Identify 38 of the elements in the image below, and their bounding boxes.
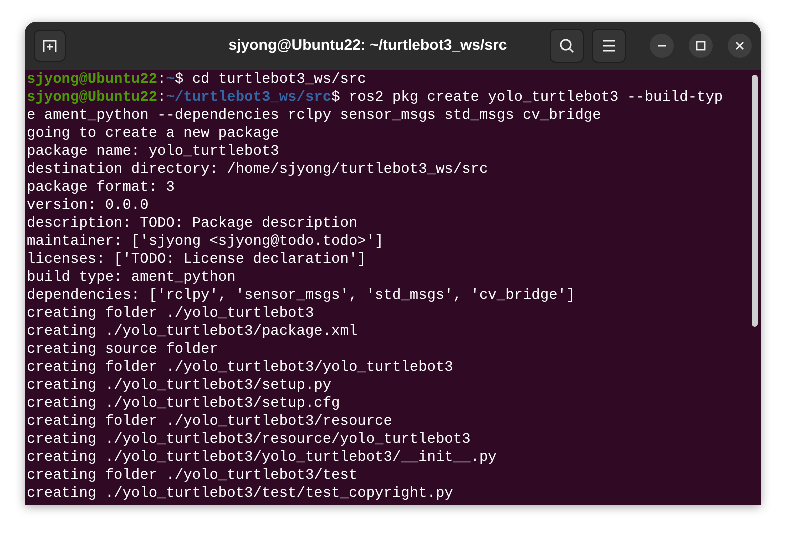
output-line: going to create a new package: [27, 125, 280, 143]
output-line: creating folder ./yolo_turtlebot3: [27, 305, 316, 323]
output-line: creating ./yolo_turtlebot3/resource/yolo_turtlebot3: [27, 431, 472, 449]
search-icon: [559, 38, 575, 54]
output-line: creating folder ./yolo_turtlebot3/resource: [27, 413, 394, 431]
prompt-line: sjyong@Ubuntu22:~/turtlebot3_ws/src$ ros2 pkg create yolo_turtlebot3 --build-typ: [27, 89, 724, 107]
new-tab-button[interactable]: [34, 30, 66, 62]
output-line: maintainer: ['sjyong <sjyong@todo.todo>']: [27, 233, 385, 251]
output-line: build type: ament_python: [27, 269, 237, 287]
search-button[interactable]: [550, 29, 584, 63]
close-icon: [735, 41, 745, 51]
output-line: creating ./yolo_turtlebot3/setup.cfg: [27, 395, 342, 413]
new-tab-icon: [42, 38, 58, 54]
output-line: e ament_python --dependencies rclpy sensor_msgs std_msgs cv_bridge: [27, 107, 602, 125]
menu-icon: [602, 40, 616, 52]
output-line: package name: yolo_turtlebot3: [27, 143, 280, 161]
maximize-icon: [696, 41, 706, 51]
output-line: package format: 3: [27, 179, 176, 197]
output-line: creating folder ./yolo_turtlebot3/test: [27, 467, 359, 485]
output-line: creating ./yolo_turtlebot3/package.xml: [27, 323, 359, 341]
maximize-button[interactable]: [689, 34, 713, 58]
scrollbar-thumb[interactable]: [752, 75, 758, 327]
output-line: creating ./yolo_turtlebot3/test/test_copyright.py: [27, 485, 454, 503]
output-line: dependencies: ['rclpy', 'sensor_msgs', 'std_msgs', 'cv_bridge']: [27, 287, 576, 305]
output-line: creating source folder: [27, 341, 220, 359]
menu-button[interactable]: [592, 29, 626, 63]
output-line: creating ./yolo_turtlebot3/yolo_turtlebot3/__init__.py: [27, 449, 498, 467]
output-line: creating folder ./yolo_turtlebot3/yolo_turtlebot3: [27, 359, 454, 377]
output-line: description: TODO: Package description: [27, 215, 359, 233]
minimize-button[interactable]: [650, 34, 674, 58]
output-line: destination directory: /home/sjyong/turtlebot3_ws/src: [27, 161, 490, 179]
prompt-line: sjyong@Ubuntu22:~$ cd turtlebot3_ws/src: [27, 71, 368, 89]
window-title: sjyong@Ubuntu22: ~/turtlebot3_ws/src: [228, 36, 508, 56]
output-line: version: 0.0.0: [27, 197, 150, 215]
close-button[interactable]: [728, 34, 752, 58]
output-line: licenses: ['TODO: License declaration']: [27, 251, 368, 269]
output-line: creating ./yolo_turtlebot3/setup.py: [27, 377, 333, 395]
minimize-icon: [658, 45, 666, 47]
